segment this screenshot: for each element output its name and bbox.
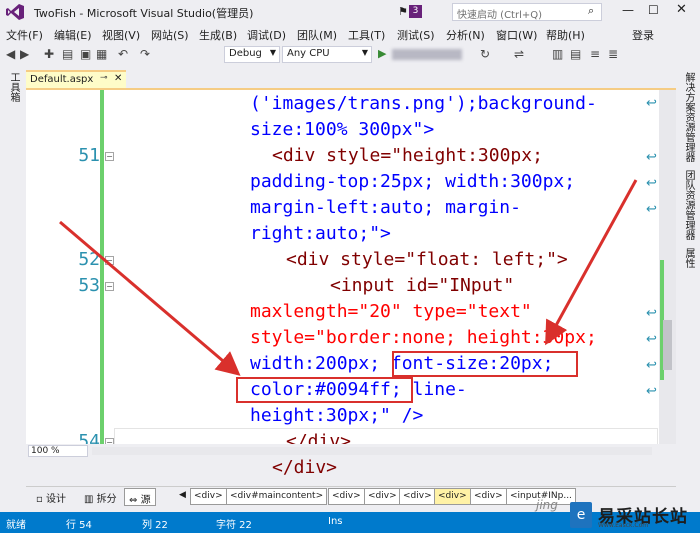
watermark-logo-icon: e — [570, 502, 592, 528]
watermark-site: Www.Easck.Com — [598, 522, 649, 529]
annotation-arrows — [59, 179, 638, 376]
watermark-corner-text: jing — [536, 498, 558, 512]
arrow-right — [545, 179, 638, 346]
arrow-left — [59, 220, 241, 376]
